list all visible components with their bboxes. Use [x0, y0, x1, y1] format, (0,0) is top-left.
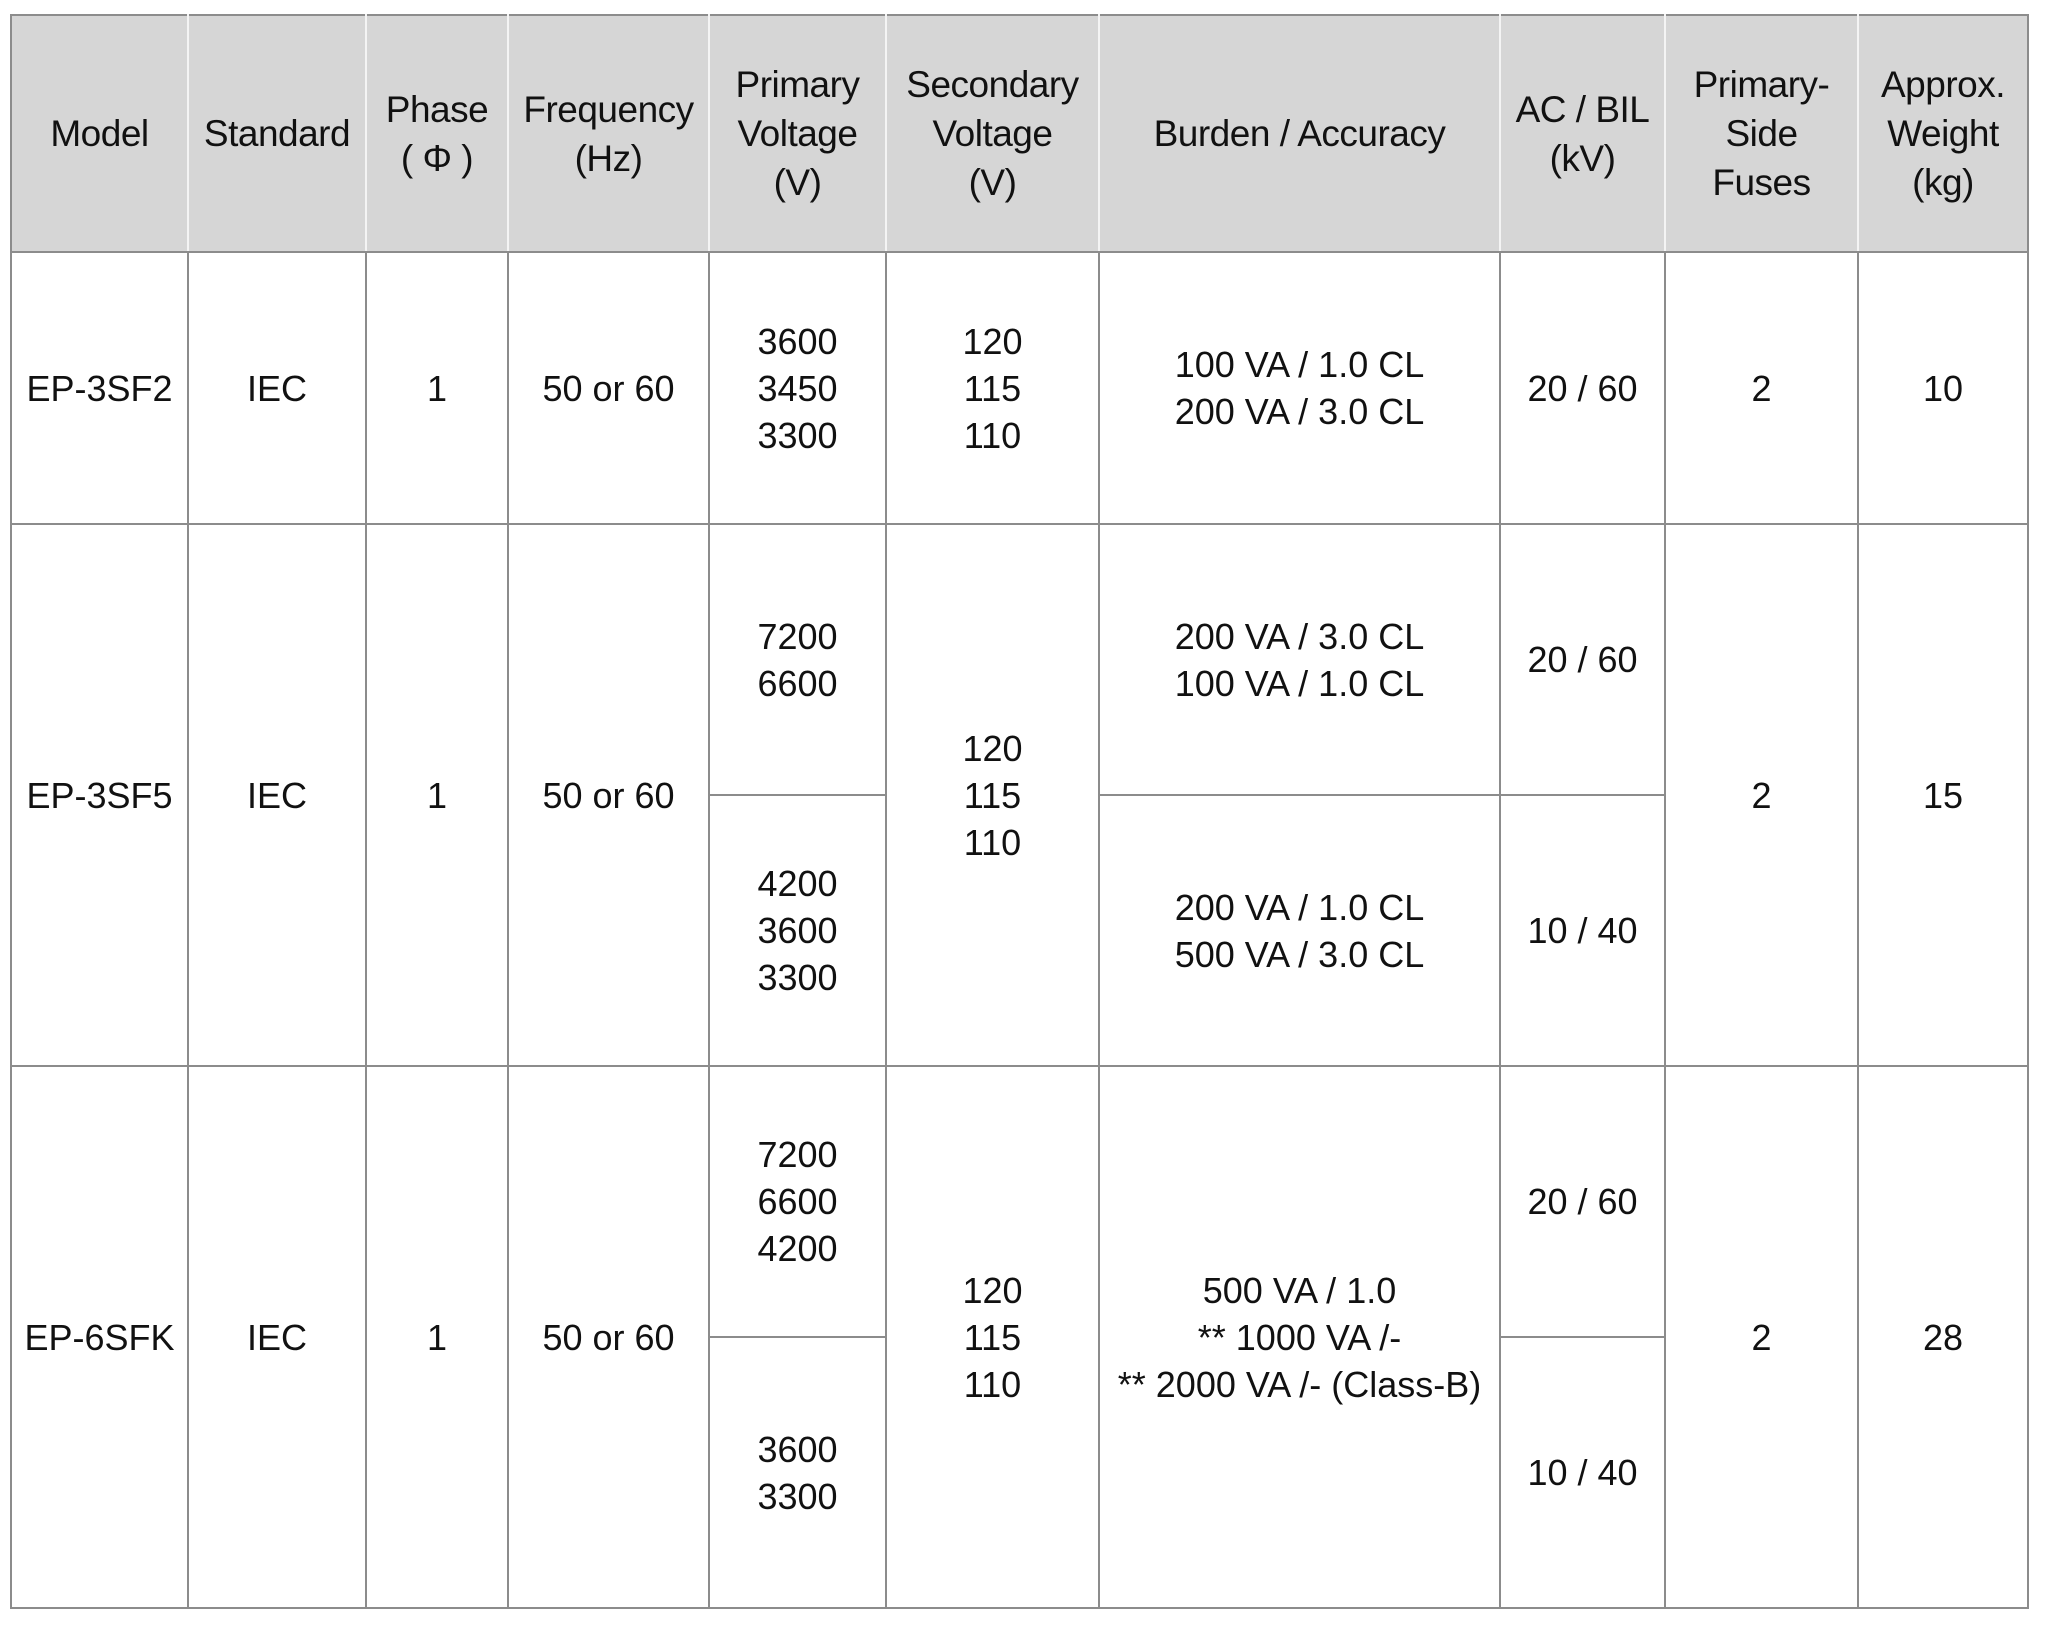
- cell-model: EP-3SF2: [10, 251, 189, 525]
- cell-primary-voltage: 3600 3300: [708, 1336, 887, 1609]
- cell-secondary-voltage: 120 115 110: [885, 523, 1100, 1067]
- cell-burden-accuracy: 200 VA / 3.0 CL 100 VA / 1.0 CL: [1098, 523, 1501, 796]
- cell-standard: IEC: [187, 1065, 367, 1609]
- cell-ac-bil: 10 / 40: [1499, 1336, 1666, 1609]
- cell-model: EP-6SFK: [10, 1065, 189, 1609]
- header-burden-accuracy: Burden / Accuracy: [1098, 14, 1501, 253]
- cell-standard: IEC: [187, 251, 367, 525]
- header-model: Model: [10, 14, 189, 253]
- cell-primary-side-fuses: 2: [1664, 1065, 1859, 1609]
- cell-frequency: 50 or 60: [507, 251, 710, 525]
- header-frequency: Frequency (Hz): [507, 14, 710, 253]
- cell-primary-side-fuses: 2: [1664, 251, 1859, 525]
- cell-secondary-voltage: 120 115 110: [885, 1065, 1100, 1609]
- cell-ac-bil: 20 / 60: [1499, 523, 1666, 796]
- header-secondary-voltage: Secondary Voltage (V): [885, 14, 1100, 253]
- cell-burden-accuracy: 200 VA / 1.0 CL 500 VA / 3.0 CL: [1098, 794, 1501, 1067]
- cell-primary-voltage: 7200 6600: [708, 523, 887, 796]
- cell-ac-bil: 10 / 40: [1499, 794, 1666, 1067]
- header-ac-bil: AC / BIL (kV): [1499, 14, 1666, 253]
- cell-primary-side-fuses: 2: [1664, 523, 1859, 1067]
- cell-ac-bil: 20 / 60: [1499, 251, 1666, 525]
- cell-model: EP-3SF5: [10, 523, 189, 1067]
- cell-primary-voltage: 4200 3600 3300: [708, 794, 887, 1067]
- header-phase: Phase( Φ ): [365, 14, 509, 253]
- specification-table: Model Standard Phase( Φ ) Frequency (Hz) …: [10, 14, 2029, 1609]
- header-primary-side-fuses: Primary- Side Fuses: [1664, 14, 1859, 253]
- table-row: EP-3SF2 IEC 1 50 or 60 3600 3450 3300 12…: [10, 251, 2029, 525]
- cell-phase: 1: [365, 251, 509, 525]
- cell-standard: IEC: [187, 523, 367, 1067]
- header-standard: Standard: [187, 14, 367, 253]
- cell-ac-bil: 20 / 60: [1499, 1065, 1666, 1338]
- cell-burden-accuracy: 100 VA / 1.0 CL 200 VA / 3.0 CL: [1098, 251, 1501, 525]
- cell-weight: 15: [1857, 523, 2029, 1067]
- cell-phase: 1: [365, 523, 509, 1067]
- header-primary-voltage: Primary Voltage (V): [708, 14, 887, 253]
- cell-frequency: 50 or 60: [507, 1065, 710, 1609]
- cell-secondary-voltage: 120 115 110: [885, 251, 1100, 525]
- table-row: EP-3SF5 IEC 1 50 or 60 7200 6600 120 115…: [10, 523, 2029, 1067]
- cell-primary-voltage: 3600 3450 3300: [708, 251, 887, 525]
- cell-weight: 28: [1857, 1065, 2029, 1609]
- header-row: Model Standard Phase( Φ ) Frequency (Hz) …: [10, 14, 2029, 253]
- cell-frequency: 50 or 60: [507, 523, 710, 1067]
- cell-burden-accuracy: 500 VA / 1.0 ** 1000 VA /- ** 2000 VA /-…: [1098, 1065, 1501, 1609]
- cell-phase: 1: [365, 1065, 509, 1609]
- header-approx-weight: Approx. Weight (kg): [1857, 14, 2029, 253]
- cell-primary-voltage: 7200 6600 4200: [708, 1065, 887, 1338]
- table-row: EP-6SFK IEC 1 50 or 60 7200 6600 4200 12…: [10, 1065, 2029, 1609]
- cell-weight: 10: [1857, 251, 2029, 525]
